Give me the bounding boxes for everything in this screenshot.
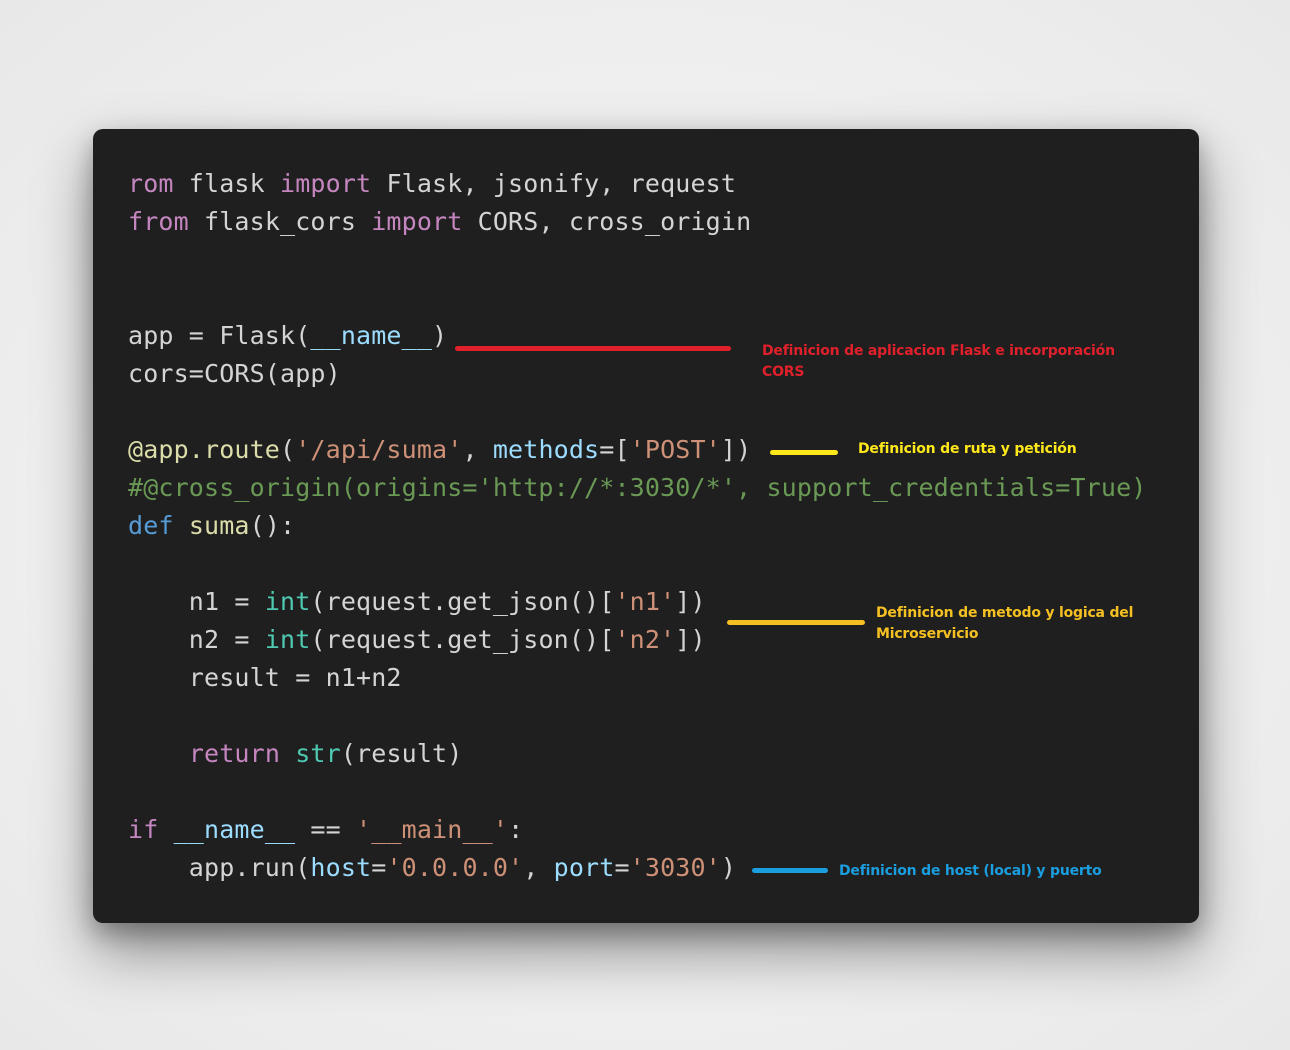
decorator-token: @app.route — [128, 435, 281, 464]
code-line-result: result = n1+n2 — [128, 659, 402, 697]
string-token: 'n2' — [614, 625, 676, 654]
comment-token: #@cross_origin(origins='http://*:3030/*'… — [128, 473, 1147, 502]
plain-token: , — [523, 853, 554, 882]
plain-token: ) — [432, 321, 448, 350]
code-line-route-decorator: @app.route('/api/suma', methods=['POST']… — [128, 431, 751, 469]
plain-token: =[ — [599, 435, 630, 464]
parameter-token: port — [553, 853, 615, 882]
plain-token: app = Flask( — [128, 321, 311, 350]
module-token: flask_cors — [188, 207, 372, 236]
code-line-def: def suma(): — [128, 507, 295, 545]
plain-token: : — [508, 815, 524, 844]
keyword-token: if — [128, 815, 159, 844]
plain-token: app.run( — [128, 853, 311, 882]
annotation-text: Definicion de aplicacion Flask e incorpo… — [762, 343, 1115, 359]
function-name-token: suma — [188, 511, 250, 540]
string-token: 'POST' — [629, 435, 721, 464]
keyword-token: rom — [128, 169, 174, 198]
plain-token: = — [371, 853, 387, 882]
plain-token: = — [614, 853, 630, 882]
string-token: '3030' — [629, 853, 721, 882]
plain-token: ]) — [675, 625, 706, 654]
plain-token: (request.get_json()[ — [310, 625, 615, 654]
code-line-comment: #@cross_origin(origins='http://*:3030/*'… — [128, 469, 1147, 507]
plain-token: (request.get_json()[ — [310, 587, 615, 616]
annotation-underline-gold — [727, 620, 865, 625]
code-line-return: return str(result) — [128, 735, 463, 773]
parameter-token: methods — [492, 435, 600, 464]
string-token: 'n1' — [614, 587, 676, 616]
annotation-flask-cors: Definicion de aplicacion Flask e incorpo… — [762, 341, 1162, 383]
string-token: '__main__' — [356, 815, 509, 844]
annotation-text: Definicion de metodo y logica del — [876, 605, 1134, 621]
builtin-token: str — [295, 739, 341, 768]
plain-token: cors=CORS(app) — [128, 359, 341, 388]
keyword-token: import — [371, 207, 463, 236]
plain-token: ( — [280, 435, 296, 464]
code-card: rom flask import Flask, jsonify, request… — [93, 129, 1199, 923]
plain-token: (): — [249, 511, 296, 540]
plain-token: ) — [720, 853, 737, 882]
annotation-text: Microservicio — [876, 626, 979, 642]
annotation-underline-blue — [752, 868, 828, 873]
code-line-app-run: app.run(host='0.0.0.0', port='3030') — [128, 849, 736, 887]
parameter-token: host — [310, 853, 372, 882]
builtin-token: int — [264, 625, 311, 654]
annotation-text: Definicion de host (local) y puerto — [839, 863, 1102, 879]
code-line-n2: n2 = int(request.get_json()['n2']) — [128, 621, 706, 659]
plain-token: ]) — [720, 435, 752, 464]
code-line-if-main: if __name__ == '__main__': — [128, 811, 523, 849]
dunder-token: __name__ — [310, 321, 433, 350]
builtin-token: int — [264, 587, 311, 616]
keyword-token: def — [128, 511, 174, 540]
plain-token: (result) — [340, 739, 463, 768]
annotation-route: Definicion de ruta y petición — [858, 439, 1178, 460]
keyword-token: import — [280, 169, 372, 198]
code-line-import-cors: from flask_cors import CORS, cross_origi… — [128, 203, 751, 241]
names-token: Flask, jsonify, request — [371, 169, 737, 198]
names-token: CORS, cross_origin — [462, 207, 752, 236]
annotation-text: CORS — [762, 364, 805, 380]
module-token: flask — [173, 169, 281, 198]
string-token: '/api/suma' — [295, 435, 463, 464]
dunder-token: __name__ — [173, 815, 296, 844]
code-line-app-definition: app = Flask(__name__) — [128, 317, 447, 355]
keyword-token: return — [188, 739, 281, 768]
plain-token: n2 = — [128, 625, 265, 654]
plain-token: ]) — [675, 587, 706, 616]
annotation-logic: Definicion de metodo y logica del Micros… — [876, 603, 1176, 645]
plain-token: , — [462, 435, 493, 464]
plain-token: result = n1+n2 — [128, 663, 402, 692]
code-line-cors: cors=CORS(app) — [128, 355, 341, 393]
annotation-host: Definicion de host (local) y puerto — [839, 861, 1179, 882]
plain-token: n1 = — [128, 587, 265, 616]
code-line-n1: n1 = int(request.get_json()['n1']) — [128, 583, 706, 621]
code-line-import-flask: rom flask import Flask, jsonify, request — [128, 165, 736, 203]
annotation-underline-yellow — [770, 450, 838, 455]
keyword-token: from — [128, 207, 189, 236]
annotation-underline-red — [455, 346, 731, 351]
plain-token: == — [295, 815, 357, 844]
string-token: '0.0.0.0' — [386, 853, 524, 882]
annotation-text: Definicion de ruta y petición — [858, 441, 1077, 457]
